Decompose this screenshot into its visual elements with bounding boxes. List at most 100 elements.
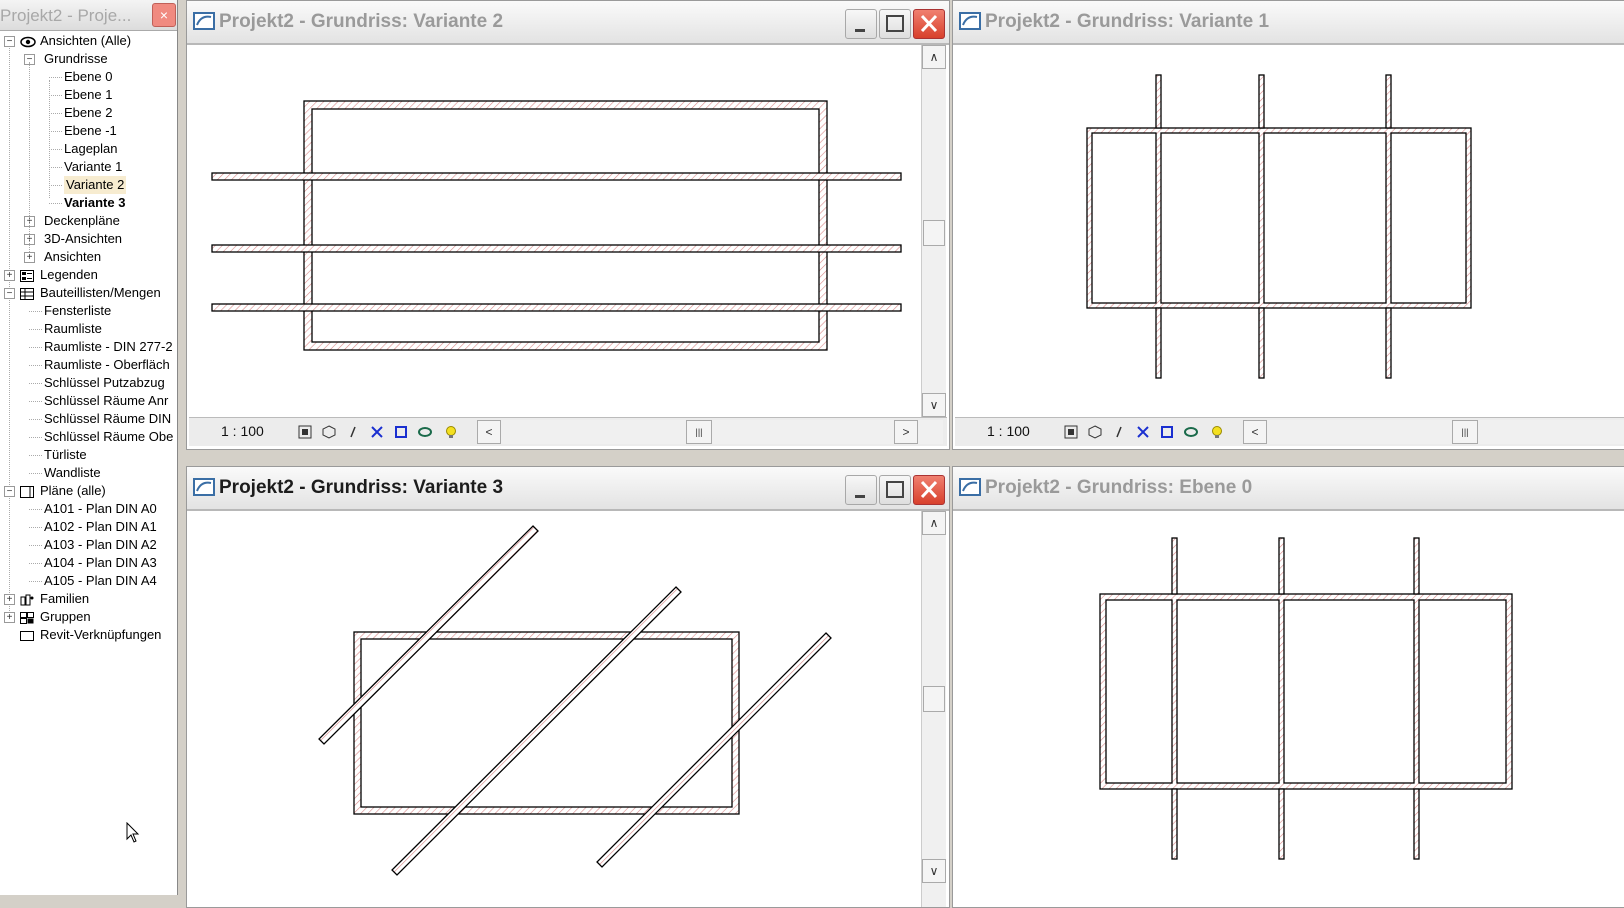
tree-item[interactable]: Raumliste - DIN 277-2 xyxy=(44,338,173,356)
building-outline[interactable] xyxy=(303,100,828,351)
tree-item[interactable]: Fensterliste xyxy=(44,302,111,320)
shadows-icon[interactable] xyxy=(345,424,361,440)
wall[interactable] xyxy=(1258,307,1265,379)
wall[interactable] xyxy=(211,172,902,181)
tree-item[interactable]: Schlüssel Räume Anr xyxy=(44,392,168,410)
scroll-up-button[interactable]: ∧ xyxy=(922,511,946,535)
project-browser-titlebar[interactable]: Projekt2 - Proje... × xyxy=(0,0,177,31)
collapse-icon[interactable]: − xyxy=(4,288,15,299)
tree-item[interactable]: A104 - Plan DIN A3 xyxy=(44,554,157,572)
scale-label[interactable]: 1 : 100 xyxy=(987,423,1030,439)
crop-view-icon[interactable] xyxy=(1135,424,1151,440)
view-window-variante-2[interactable]: Projekt2 - Grundriss: Variante 2 ∧ ∨ 1 :… xyxy=(186,0,950,450)
wall[interactable] xyxy=(1385,74,1392,129)
wall[interactable] xyxy=(1171,537,1178,595)
scroll-right-button[interactable]: > xyxy=(894,420,918,444)
tree-item[interactable]: Grundrisse xyxy=(44,50,108,68)
wall[interactable] xyxy=(1278,788,1285,860)
tree-item[interactable]: Ansichten xyxy=(44,248,101,266)
temporary-hide-icon[interactable] xyxy=(1183,424,1199,440)
tree-item[interactable]: Ebene 2 xyxy=(64,104,112,122)
tree-item[interactable]: 3D-Ansichten xyxy=(44,230,122,248)
tree-item[interactable]: Revit-Verknüpfungen xyxy=(40,626,161,644)
minimize-button[interactable] xyxy=(845,9,877,39)
close-icon[interactable]: × xyxy=(152,3,176,27)
tree-item[interactable]: A101 - Plan DIN A0 xyxy=(44,500,157,518)
crop-view-icon[interactable] xyxy=(369,424,385,440)
lightbulb-icon[interactable] xyxy=(443,424,459,440)
scroll-left-button[interactable]: < xyxy=(477,420,501,444)
tree-item[interactable]: Lageplan xyxy=(64,140,118,158)
tree-item[interactable]: Schlüssel Räume Obe xyxy=(44,428,173,446)
visual-style-icon[interactable] xyxy=(1087,424,1103,440)
horizontal-scrollbar[interactable]: < ||| > xyxy=(477,420,943,444)
vertical-scrollbar[interactable]: ∧ ∨ xyxy=(921,45,946,417)
scroll-left-button[interactable]: < xyxy=(1243,420,1267,444)
view-window-variante-3[interactable]: Projekt2 - Grundriss: Variante 3 ∧ ∨ xyxy=(186,466,950,908)
scroll-thumb[interactable] xyxy=(923,220,945,246)
wall[interactable] xyxy=(1413,537,1420,595)
tree-item[interactable]: Legenden xyxy=(40,266,98,284)
expand-icon[interactable]: + xyxy=(24,252,35,263)
tree-item[interactable]: Ebene -1 xyxy=(64,122,117,140)
tree-item[interactable]: Wandliste xyxy=(44,464,101,482)
drawing-canvas[interactable] xyxy=(955,511,1624,901)
close-button[interactable] xyxy=(913,475,945,505)
minimize-button[interactable] xyxy=(845,475,877,505)
wall[interactable] xyxy=(1155,307,1162,379)
wall[interactable] xyxy=(211,244,902,253)
view-window-ebene-0[interactable]: Projekt2 - Grundriss: Ebene 0 xyxy=(952,466,1624,908)
drawing-canvas[interactable] xyxy=(189,511,919,901)
tree-item[interactable]: Gruppen xyxy=(40,608,91,626)
scroll-thumb[interactable]: ||| xyxy=(686,420,712,444)
tree-item[interactable]: Türliste xyxy=(44,446,87,464)
tree-item[interactable]: A103 - Plan DIN A2 xyxy=(44,536,157,554)
collapse-icon[interactable]: − xyxy=(4,36,15,47)
scroll-down-button[interactable]: ∨ xyxy=(922,393,946,417)
tree-item[interactable]: Familien xyxy=(40,590,89,608)
wall[interactable] xyxy=(1413,788,1420,860)
wall[interactable] xyxy=(1385,307,1392,379)
tree-item[interactable]: Pläne (alle) xyxy=(40,482,106,500)
expand-icon[interactable]: + xyxy=(4,612,15,623)
tree-item[interactable]: Variante 2 xyxy=(64,176,127,194)
wall[interactable] xyxy=(211,303,902,312)
tree-item[interactable]: Deckenpläne xyxy=(44,212,120,230)
tree-item[interactable]: Schlüssel Putzabzug xyxy=(44,374,165,392)
expand-icon[interactable]: + xyxy=(4,594,15,605)
collapse-icon[interactable]: − xyxy=(4,486,15,497)
tree-item[interactable]: A105 - Plan DIN A4 xyxy=(44,572,157,590)
tree-item[interactable]: Ebene 1 xyxy=(64,86,112,104)
show-crop-icon[interactable] xyxy=(1159,424,1175,440)
tree-item[interactable]: Raumliste - Oberfläch xyxy=(44,356,170,374)
tree-item[interactable]: Schlüssel Räume DIN xyxy=(44,410,171,428)
window-titlebar[interactable]: Projekt2 - Grundriss: Ebene 0 xyxy=(953,467,1624,511)
window-titlebar[interactable]: Projekt2 - Grundriss: Variante 1 xyxy=(953,1,1624,45)
tree-item[interactable]: Bauteillisten/Mengen xyxy=(40,284,161,302)
tree-item[interactable]: Ebene 0 xyxy=(64,68,112,86)
close-button[interactable] xyxy=(913,9,945,39)
maximize-button[interactable] xyxy=(879,475,911,505)
vertical-scrollbar[interactable]: ∧ ∨ xyxy=(921,511,946,907)
maximize-button[interactable] xyxy=(879,9,911,39)
tree-item[interactable]: Raumliste xyxy=(44,320,102,338)
scale-label[interactable]: 1 : 100 xyxy=(221,423,264,439)
horizontal-scrollbar[interactable]: < ||| xyxy=(1243,420,1624,444)
scroll-down-button[interactable]: ∨ xyxy=(922,859,946,883)
lightbulb-icon[interactable] xyxy=(1209,424,1225,440)
wall[interactable] xyxy=(1171,788,1178,860)
temporary-hide-icon[interactable] xyxy=(417,424,433,440)
scroll-thumb[interactable]: ||| xyxy=(1452,420,1478,444)
show-crop-icon[interactable] xyxy=(393,424,409,440)
wall[interactable] xyxy=(1155,74,1162,129)
tree-item[interactable]: Ansichten (Alle) xyxy=(40,32,131,50)
detail-level-icon[interactable] xyxy=(1063,424,1079,440)
window-titlebar[interactable]: Projekt2 - Grundriss: Variante 2 xyxy=(187,1,949,45)
view-window-variante-1[interactable]: Projekt2 - Grundriss: Variante 1 1 : 100… xyxy=(952,0,1624,450)
shadows-icon[interactable] xyxy=(1111,424,1127,440)
window-titlebar[interactable]: Projekt2 - Grundriss: Variante 3 xyxy=(187,467,949,511)
tree-item[interactable]: A102 - Plan DIN A1 xyxy=(44,518,157,536)
visual-style-icon[interactable] xyxy=(321,424,337,440)
wall[interactable] xyxy=(1278,537,1285,595)
drawing-canvas[interactable] xyxy=(955,45,1624,417)
